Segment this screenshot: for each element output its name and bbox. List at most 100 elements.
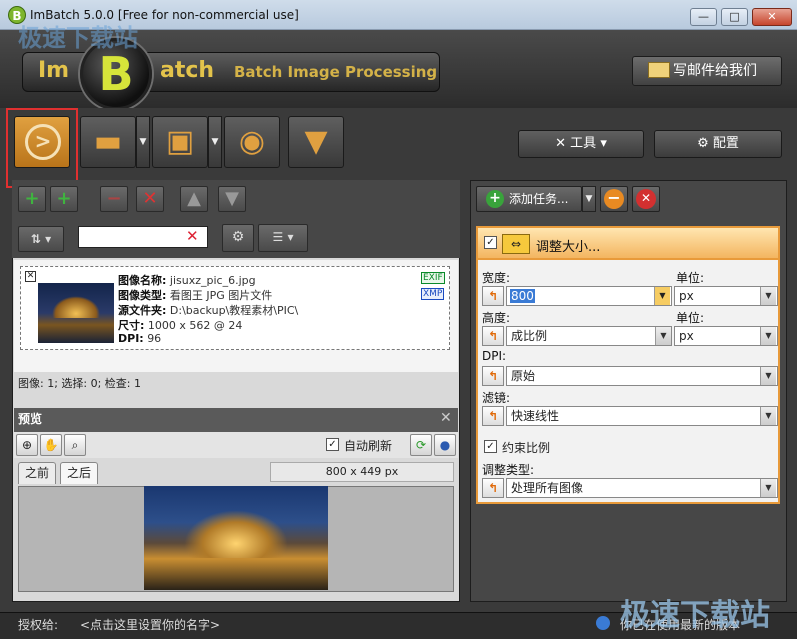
resize-icon: ⇔ xyxy=(502,234,530,254)
settings-button[interactable]: ⚙ xyxy=(222,224,254,252)
fit-button[interactable]: ⌕ xyxy=(64,434,86,456)
file-size-row: 尺寸: 1000 x 562 @ 24 xyxy=(118,317,242,333)
tools-button[interactable]: ✕ 工具 ▾ xyxy=(518,130,644,158)
delete-icon: ✕ xyxy=(142,188,158,209)
file-name-value: jisuxz_pic_6.jpg xyxy=(169,274,256,287)
envelope-icon xyxy=(648,62,670,78)
preview-castle xyxy=(184,510,288,558)
chevron-down-icon: ▼ xyxy=(760,407,776,425)
width-var-button[interactable]: ↰ xyxy=(482,286,504,306)
fit-icon: ⌕ xyxy=(71,438,79,452)
open-folder-button[interactable]: ▬ xyxy=(80,116,136,168)
chevron-down-icon: ▼ xyxy=(760,367,776,385)
move-up-button[interactable]: ▲ xyxy=(180,186,208,212)
resize-type-value: 处理所有图像 xyxy=(511,481,584,495)
dpi-label: DPI: xyxy=(482,349,507,363)
arrow-icon: ↰ xyxy=(487,289,499,303)
minus-icon: − xyxy=(604,189,624,209)
tab-before[interactable]: 之前 xyxy=(18,462,57,484)
file-name-label: 图像名称: xyxy=(118,274,167,287)
preview-button[interactable]: ◉ xyxy=(224,116,280,168)
resize-type-label: 调整类型: xyxy=(482,463,535,477)
height-var-button[interactable]: ↰ xyxy=(482,326,504,346)
dpi-var-button[interactable]: ↰ xyxy=(482,366,504,386)
minimize-button[interactable]: — xyxy=(690,8,717,26)
sort-button[interactable]: ⇅ ▾ xyxy=(18,226,64,252)
globe-button[interactable]: ● xyxy=(434,434,456,456)
watermark-bottom-right: 极速下载站 xyxy=(620,598,770,633)
view-mode-button[interactable]: ☰ ▾ xyxy=(258,224,308,252)
watermark-top-left: 极速下载站 xyxy=(18,24,138,52)
logo-im: Im xyxy=(38,58,70,83)
task-title: 调整大小... xyxy=(536,240,601,255)
height-select[interactable]: 成比例 xyxy=(506,326,672,346)
chevron-down-icon: ▼ xyxy=(760,479,776,497)
maximize-button[interactable]: □ xyxy=(721,8,748,26)
license-name-link[interactable]: <点击这里设置你的名字> xyxy=(80,616,220,633)
filter-select[interactable]: 快速线性 xyxy=(506,406,778,426)
save-dropdown[interactable]: ▼ xyxy=(208,116,222,168)
filter-label: 滤镜: xyxy=(482,391,511,405)
file-size-label: 尺寸: xyxy=(118,319,145,332)
refresh-button[interactable]: ⟳ xyxy=(410,434,432,456)
exif-badge: EXIF xyxy=(421,272,445,284)
open-folder-dropdown[interactable]: ▼ xyxy=(136,116,150,168)
zoom-icon: ⊕ xyxy=(21,438,33,452)
width-input[interactable]: 800 xyxy=(506,286,672,306)
basket-icon: ▼ xyxy=(304,124,328,159)
add-image-button[interactable]: + xyxy=(18,186,46,212)
auto-refresh-checkbox[interactable]: ✓ xyxy=(326,438,339,451)
keep-ratio-checkbox[interactable]: ✓ xyxy=(484,440,497,453)
eye-icon: ◉ xyxy=(238,124,266,159)
height-label: 高度: xyxy=(482,311,511,325)
file-name-row: 图像名称: jisuxz_pic_6.jpg xyxy=(118,272,256,288)
file-type-value: 看图王 JPG 图片文件 xyxy=(169,289,273,302)
chevron-down-icon: ▼ xyxy=(655,327,671,345)
clear-search-icon[interactable]: ✕ xyxy=(186,227,199,245)
tools-label: 工具 xyxy=(570,136,597,151)
pan-button[interactable]: ✋ xyxy=(40,434,62,456)
update-icon xyxy=(596,616,610,630)
filter-var-button[interactable]: ↰ xyxy=(482,406,504,426)
file-source-value: D:\backup\教程素材\PIC\ xyxy=(169,304,299,317)
close-button[interactable]: ✕ xyxy=(752,8,792,26)
folder-icon: ▬ xyxy=(93,124,123,159)
height-unit-label: 单位: xyxy=(676,311,705,325)
preview-dimensions: 800 x 449 px xyxy=(270,462,454,482)
thumbnail-castle xyxy=(52,296,100,318)
dpi-select[interactable]: 原始 xyxy=(506,366,778,386)
preview-close-icon[interactable]: ✕ xyxy=(440,410,452,426)
xmp-badge: XMP xyxy=(421,288,445,300)
width-label: 宽度: xyxy=(482,271,511,285)
arrow-icon: ↰ xyxy=(487,481,499,495)
width-value: 800 xyxy=(510,289,535,303)
floppy-icon: ▣ xyxy=(165,124,195,159)
add-task-dropdown[interactable]: ▼ xyxy=(582,186,596,212)
remove-image-button[interactable]: − xyxy=(100,186,128,212)
height-unit-value: px xyxy=(679,329,694,343)
refresh-icon: ⟳ xyxy=(415,438,427,452)
file-type-row: 图像类型: 看图王 JPG 图片文件 xyxy=(118,287,272,303)
zoom-button[interactable]: ⊕ xyxy=(16,434,38,456)
image-counts: 图像: 1; 选择: 0; 检查: 1 xyxy=(14,372,458,396)
move-down-button[interactable]: ▼ xyxy=(218,186,246,212)
clear-images-button[interactable]: ✕ xyxy=(136,186,164,212)
down-icon: ▼ xyxy=(225,188,239,209)
resize-type-var-button[interactable]: ↰ xyxy=(482,478,504,498)
task-enable-checkbox[interactable]: ✓ xyxy=(484,236,497,249)
arrow-icon: ↰ xyxy=(487,369,499,383)
image-item-checkbox[interactable]: ✕ xyxy=(25,271,36,282)
arrow-icon: ↰ xyxy=(487,329,499,343)
save-button[interactable]: ▣ xyxy=(152,116,208,168)
up-icon: ▲ xyxy=(187,188,201,209)
width-dropdown[interactable]: ▼ xyxy=(654,287,670,305)
tab-after[interactable]: 之后 xyxy=(60,462,99,484)
arrow-icon: ↰ xyxy=(487,409,499,423)
config-button[interactable]: ⚙ 配置 xyxy=(654,130,782,158)
basket-button[interactable]: ▼ xyxy=(288,116,344,168)
height-value: 成比例 xyxy=(511,329,548,343)
add-folder-button[interactable]: + xyxy=(50,186,78,212)
resize-type-select[interactable]: 处理所有图像 xyxy=(506,478,778,498)
gear-icon: ⚙ xyxy=(697,136,713,151)
dpi-value: 原始 xyxy=(511,369,536,383)
